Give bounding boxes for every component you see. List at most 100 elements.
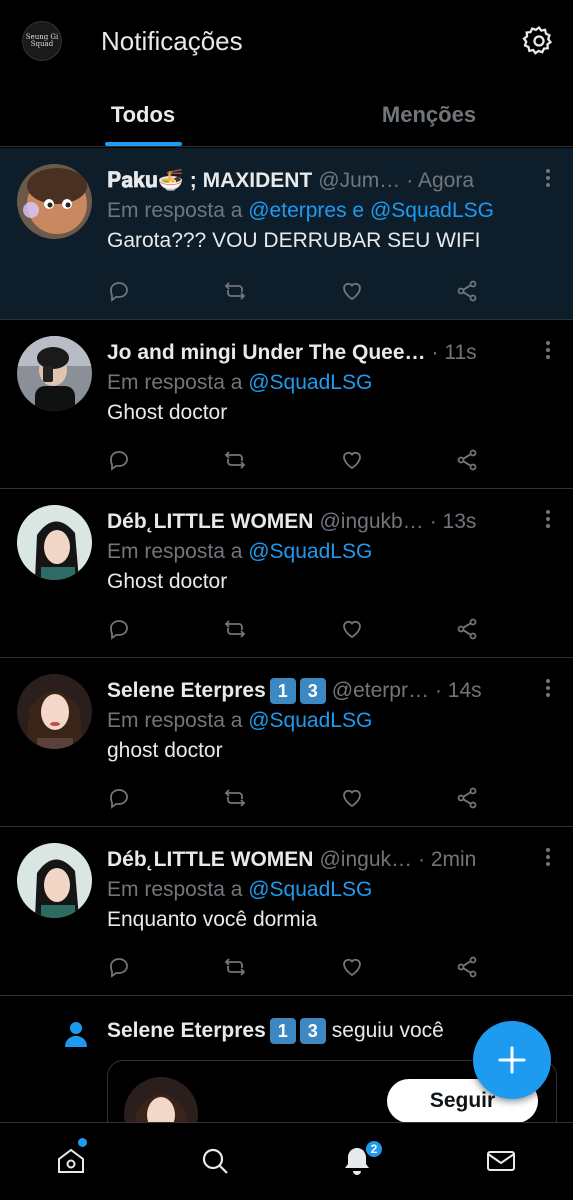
tweet-actions (107, 955, 487, 979)
bottom-navigation: 2 (0, 1122, 573, 1200)
home-icon[interactable] (55, 1145, 87, 1177)
keycap-badge: 3 (299, 678, 326, 704)
profile-avatar[interactable]: Seung Gi Squad (22, 21, 62, 61)
like-icon[interactable] (340, 786, 364, 810)
like-icon[interactable] (340, 448, 364, 472)
tweet-text: Ghost doctor (107, 401, 228, 424)
avatar[interactable] (17, 164, 92, 239)
tweet-item[interactable]: Déb˛LITTLE WOMEN @ingukb… · 13s Em respo… (0, 489, 573, 658)
share-icon[interactable] (455, 448, 479, 472)
author-handle: @Jum… (318, 169, 401, 192)
reply-prefix: Em resposta a (107, 371, 249, 394)
notifications-badge: 2 (364, 1139, 384, 1159)
author-handle: @inguk… (319, 848, 413, 871)
reply-icon[interactable] (107, 955, 131, 979)
avatar[interactable] (17, 843, 92, 918)
tweet-item[interactable]: Selene Eterpres 1 3 @eterpr… · 14s Em re… (0, 658, 573, 827)
avatar[interactable] (124, 1077, 198, 1122)
reply-context: Em resposta a @SquadLSG (107, 371, 547, 395)
share-icon[interactable] (455, 279, 479, 303)
reply-mentions[interactable]: @SquadLSG (248, 878, 372, 901)
like-icon[interactable] (340, 279, 364, 303)
author-name[interactable]: Déb˛LITTLE WOMEN (107, 510, 313, 534)
retweet-icon[interactable] (223, 617, 247, 641)
timestamp: · 14s (434, 679, 482, 702)
author-name[interactable]: 𝐏𝐚𝐤𝐮🍜 ; MAXIDENT (107, 169, 312, 193)
reply-mentions[interactable]: @SquadLSG (248, 371, 372, 394)
share-icon[interactable] (455, 786, 479, 810)
tweet-actions (107, 617, 487, 641)
author-name[interactable]: Déb˛LITTLE WOMEN (107, 848, 313, 872)
tweet-text: Ghost doctor (107, 570, 228, 593)
reply-context: Em resposta a @SquadLSG (107, 878, 547, 902)
reply-mentions[interactable]: @eterpres e @SquadLSG (248, 199, 494, 222)
gear-icon[interactable] (522, 24, 556, 58)
like-icon[interactable] (340, 955, 364, 979)
reply-mentions[interactable]: @SquadLSG (248, 540, 372, 563)
share-icon[interactable] (455, 955, 479, 979)
more-options-icon[interactable] (543, 847, 553, 867)
tweet-text: ghost doctor (107, 739, 223, 762)
avatar[interactable] (17, 505, 92, 580)
timestamp: · 2min (418, 848, 477, 871)
keycap-badge: 1 (269, 678, 296, 704)
tab-mencoes[interactable]: Menções (286, 85, 572, 147)
keycap-badge: 1 (269, 1018, 296, 1044)
tweet-item[interactable]: Déb˛LITTLE WOMEN @inguk… · 2min Em respo… (0, 827, 573, 996)
author-name[interactable]: Jo and mingi Under The Quee… (107, 341, 426, 365)
tweet-item[interactable]: Jo and mingi Under The Quee… · 11s Em re… (0, 320, 573, 489)
more-options-icon[interactable] (543, 509, 553, 529)
more-options-icon[interactable] (543, 678, 553, 698)
more-options-icon[interactable] (543, 340, 553, 360)
reply-context: Em resposta a @eterpres e @SquadLSG (107, 199, 547, 223)
avatar[interactable] (17, 674, 92, 749)
compose-button[interactable] (473, 1021, 551, 1099)
reply-mentions[interactable]: @SquadLSG (248, 709, 372, 732)
tweet-actions (107, 279, 487, 303)
search-icon[interactable] (199, 1145, 231, 1177)
reply-icon[interactable] (107, 617, 131, 641)
keycap-badge: 3 (299, 1018, 326, 1044)
reply-prefix: Em resposta a (107, 878, 249, 901)
timestamp: · Agora (406, 169, 475, 192)
author-name[interactable]: Selene Eterpres (107, 679, 266, 703)
like-icon[interactable] (340, 617, 364, 641)
notifications-feed: 𝐏𝐚𝐤𝐮🍜 ; MAXIDENT @Jum… · Agora Em respos… (0, 148, 573, 996)
follower-name[interactable]: Selene Eterpres (107, 1019, 266, 1043)
retweet-icon[interactable] (223, 955, 247, 979)
tweet-actions (107, 786, 487, 810)
retweet-icon[interactable] (223, 279, 247, 303)
tweet-actions (107, 448, 487, 472)
more-options-icon[interactable] (543, 168, 553, 188)
logo-text: Seung Gi Squad (25, 33, 59, 48)
follow-text: seguiu você (331, 1019, 444, 1042)
tweet-text: Garota??? VOU DERRUBAR SEU WIFI (107, 229, 481, 252)
reply-icon[interactable] (107, 279, 131, 303)
reply-context: Em resposta a @SquadLSG (107, 709, 547, 733)
plus-icon (498, 1046, 526, 1074)
reply-icon[interactable] (107, 448, 131, 472)
reply-prefix: Em resposta a (107, 540, 249, 563)
notification-tabs: Todos Menções (0, 85, 573, 147)
share-icon[interactable] (455, 617, 479, 641)
tweet-item[interactable]: 𝐏𝐚𝐤𝐮🍜 ; MAXIDENT @Jum… · Agora Em respos… (0, 148, 573, 320)
reply-context: Em resposta a @SquadLSG (107, 540, 547, 564)
avatar[interactable] (17, 336, 92, 411)
retweet-icon[interactable] (223, 786, 247, 810)
person-icon (65, 1022, 87, 1047)
top-bar: Seung Gi Squad Notificações (0, 0, 573, 85)
page-title: Notificações (101, 26, 243, 56)
mail-icon[interactable] (485, 1145, 517, 1177)
timestamp: · 13s (429, 510, 477, 533)
reply-prefix: Em resposta a (107, 199, 249, 222)
reply-prefix: Em resposta a (107, 709, 249, 732)
tab-todos[interactable]: Todos (0, 85, 286, 147)
tweet-text: Enquanto você dormia (107, 908, 318, 931)
timestamp: · 11s (431, 341, 477, 364)
home-unread-dot (78, 1138, 87, 1147)
author-handle: @eterpr… (331, 679, 429, 702)
reply-icon[interactable] (107, 786, 131, 810)
author-handle: @ingukb… (319, 510, 424, 533)
retweet-icon[interactable] (223, 448, 247, 472)
active-tab-indicator (105, 142, 182, 146)
